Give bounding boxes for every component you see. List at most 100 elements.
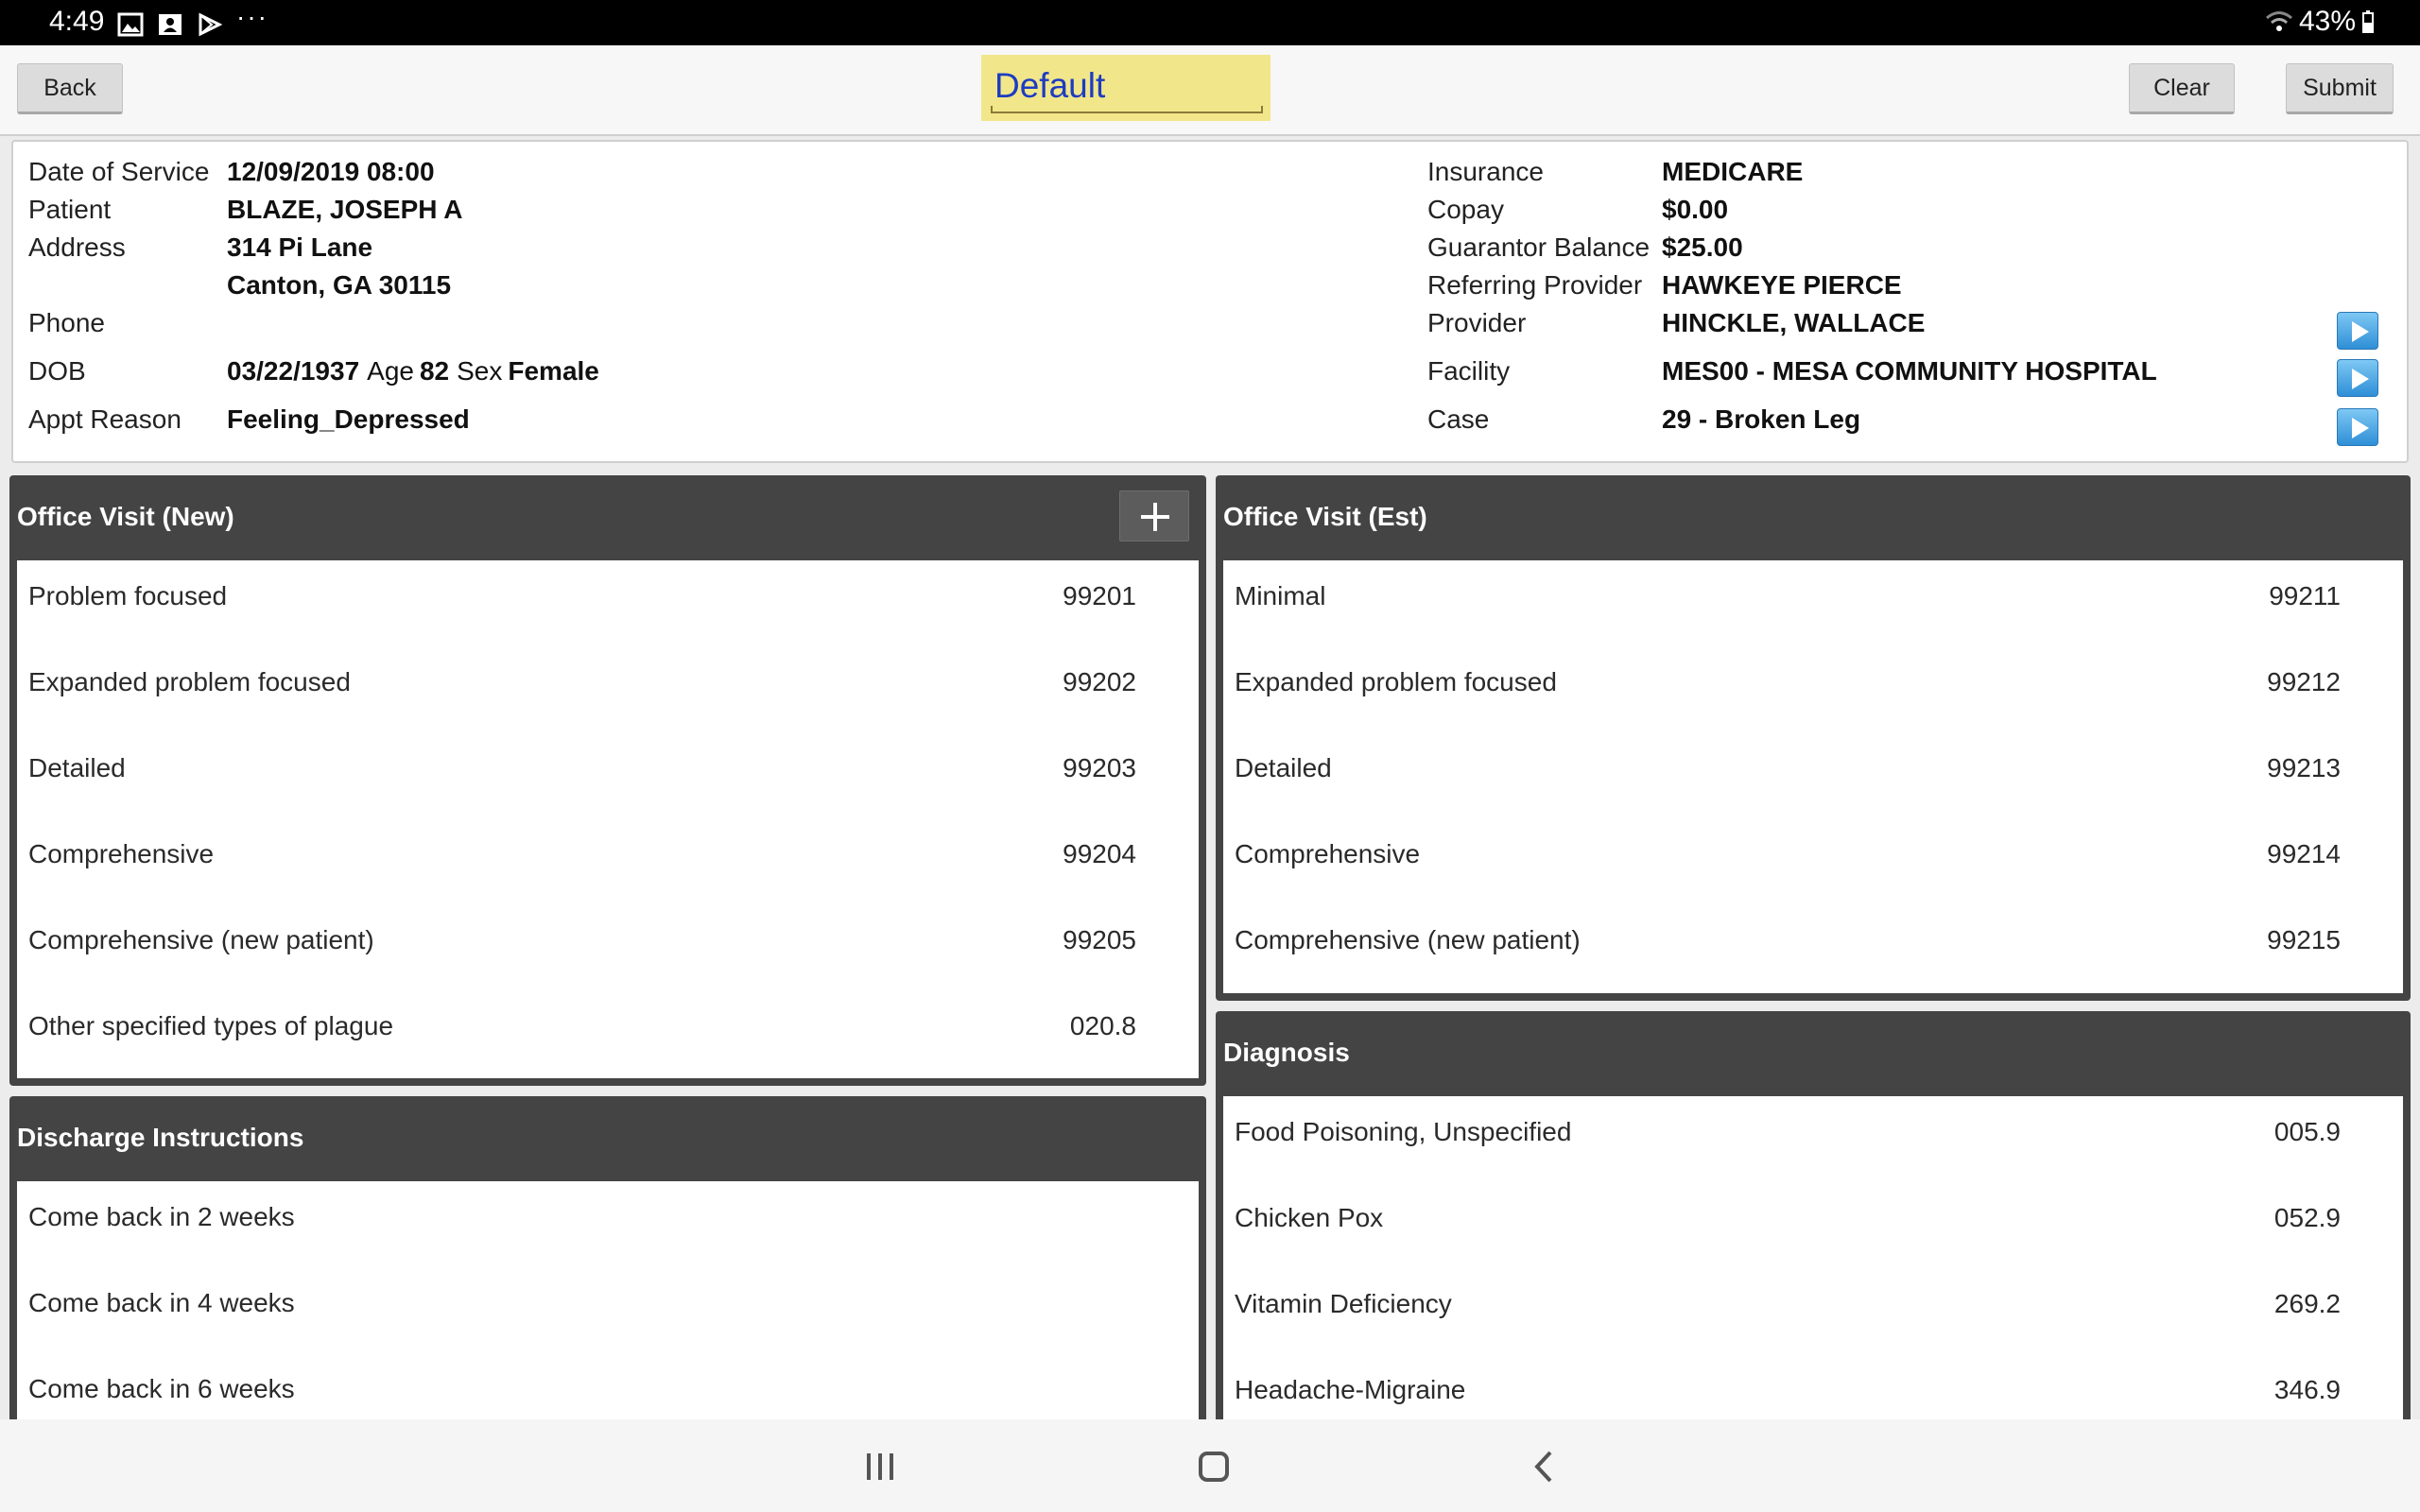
list-item[interactable]: Expanded problem focused 99212 bbox=[1223, 646, 2403, 732]
date-of-service-value: 12/09/2019 08:00 bbox=[227, 157, 435, 186]
date-of-service-label: Date of Service bbox=[28, 157, 210, 186]
office-visit-est-list: Minimal 99211 Expanded problem focused 992… bbox=[1223, 560, 2403, 993]
item-label: Comprehensive bbox=[1235, 839, 1421, 868]
patient-name: BLAZE, JOSEPH A bbox=[227, 195, 463, 224]
item-label: Comprehensive bbox=[28, 839, 215, 868]
panel-title: Office Visit (New) bbox=[17, 502, 234, 531]
back-button[interactable]: Back bbox=[17, 63, 123, 114]
list-item[interactable]: Detailed 99203 bbox=[17, 732, 1199, 818]
list-item[interactable]: Come back in 4 weeks bbox=[17, 1267, 1199, 1353]
facility-value: MES00 - MESA COMMUNITY HOSPITAL bbox=[1662, 356, 2157, 386]
list-item[interactable]: Minimal 99211 bbox=[1223, 560, 2403, 646]
recent-apps-icon[interactable] bbox=[867, 1453, 895, 1480]
office-visit-est-panel: Office Visit (Est) Minimal 99211 Expanded… bbox=[1216, 475, 2411, 1001]
list-item[interactable]: Expanded problem focused 99202 bbox=[17, 646, 1199, 732]
navigation-bar bbox=[0, 1419, 2420, 1512]
item-label: Comprehensive (new patient) bbox=[28, 925, 374, 954]
facility-label: Facility bbox=[1427, 356, 1511, 386]
list-item[interactable]: Come back in 2 weeks bbox=[17, 1181, 1199, 1267]
wifi-icon bbox=[2265, 11, 2292, 31]
dob-label: DOB bbox=[28, 356, 86, 386]
list-item[interactable]: Comprehensive (new patient) 99205 bbox=[17, 904, 1199, 990]
item-label: Food Poisoning, Unspecified bbox=[1235, 1117, 1572, 1146]
insurance-label: Insurance bbox=[1427, 157, 1544, 186]
battery-icon bbox=[2362, 10, 2374, 33]
notification-icons: ··· bbox=[117, 2, 268, 40]
patient-label: Patient bbox=[28, 195, 112, 224]
panel-header: Office Visit (Est) bbox=[1216, 475, 2411, 560]
status-bar: 4:49 ··· 43% bbox=[0, 0, 2420, 45]
panel-title: Office Visit (Est) bbox=[1223, 502, 1427, 531]
referring-provider-value: HAWKEYE PIERCE bbox=[1662, 270, 1902, 300]
play-store-icon bbox=[199, 12, 223, 37]
list-item[interactable]: Food Poisoning, Unspecified 005.9 bbox=[1223, 1096, 2403, 1182]
item-code: 99211 bbox=[2269, 581, 2341, 610]
discharge-list: Come back in 2 weeks Come back in 4 week… bbox=[17, 1181, 1199, 1436]
item-label: Come back in 2 weeks bbox=[28, 1202, 295, 1231]
item-code: 99213 bbox=[2267, 753, 2341, 782]
address-line-1: 314 Pi Lane bbox=[227, 232, 373, 262]
insurance-value: MEDICARE bbox=[1662, 157, 1804, 186]
clear-button[interactable]: Clear bbox=[2129, 63, 2235, 114]
discharge-instructions-panel: Discharge Instructions Come back in 2 we… bbox=[9, 1096, 1206, 1436]
add-icon[interactable] bbox=[1119, 490, 1189, 541]
address-label: Address bbox=[28, 232, 126, 262]
item-code: 99214 bbox=[2267, 839, 2341, 868]
sex-label: Sex bbox=[457, 356, 503, 386]
list-item[interactable]: Comprehensive (new patient) 99215 bbox=[1223, 904, 2403, 990]
home-icon[interactable] bbox=[1199, 1452, 1229, 1482]
list-item[interactable]: Comprehensive 99204 bbox=[17, 818, 1199, 904]
panel-header: Office Visit (New) bbox=[9, 475, 1206, 560]
battery-level: 43% bbox=[2298, 6, 2356, 37]
case-select-button[interactable] bbox=[2337, 408, 2378, 446]
item-code: 005.9 bbox=[2273, 1117, 2341, 1146]
template-dropdown[interactable]: Default bbox=[981, 55, 1270, 121]
dob-value: 03/22/1937 bbox=[227, 356, 360, 386]
item-label: Vitamin Deficiency bbox=[1235, 1289, 1452, 1318]
list-item[interactable]: Comprehensive 99214 bbox=[1223, 818, 2403, 904]
list-item[interactable]: Vitamin Deficiency 269.2 bbox=[1223, 1268, 2403, 1354]
item-label: Headache-Migraine bbox=[1235, 1375, 1466, 1404]
item-label: Minimal bbox=[1235, 581, 1326, 610]
provider-select-button[interactable] bbox=[2337, 312, 2378, 350]
office-visit-new-list: Problem focused 99201 Expanded problem fo… bbox=[17, 560, 1199, 1078]
list-item[interactable]: Detailed 99213 bbox=[1223, 732, 2403, 818]
provider-value: HINCKLE, WALLACE bbox=[1662, 308, 1926, 337]
address-line-2: Canton, GA 30115 bbox=[227, 270, 452, 300]
panel-title: Diagnosis bbox=[1223, 1038, 1350, 1067]
clock: 4:49 bbox=[49, 6, 105, 37]
list-item[interactable]: Other specified types of plague 020.8 bbox=[17, 990, 1199, 1076]
dropdown-underline bbox=[991, 106, 1263, 113]
office-visit-new-panel: Office Visit (New) Problem focused 99201 … bbox=[9, 475, 1206, 1086]
item-code: 346.9 bbox=[2273, 1375, 2341, 1404]
provider-label: Provider bbox=[1427, 308, 1527, 337]
item-label: Expanded problem focused bbox=[28, 667, 351, 696]
back-nav-icon[interactable] bbox=[1530, 1450, 1558, 1484]
diagnosis-list: Food Poisoning, Unspecified 005.9 Chicken… bbox=[1223, 1096, 2403, 1436]
diagnosis-panel: Diagnosis Food Poisoning, Unspecified 005… bbox=[1216, 1011, 2411, 1436]
panel-title: Discharge Instructions bbox=[17, 1123, 304, 1152]
gallery-icon bbox=[117, 12, 144, 37]
panel-header: Diagnosis bbox=[1216, 1011, 2411, 1096]
item-label: Problem focused bbox=[28, 581, 228, 610]
item-code: 99202 bbox=[1063, 667, 1136, 696]
item-code: 052.9 bbox=[2273, 1203, 2341, 1232]
item-code: 99204 bbox=[1063, 839, 1136, 868]
patient-info-panel: Date of Service 12/09/2019 08:00 Patient… bbox=[11, 140, 2409, 463]
contact-card-icon bbox=[159, 14, 182, 35]
item-code: 269.2 bbox=[2273, 1289, 2341, 1318]
item-code: 99212 bbox=[2267, 667, 2341, 696]
item-code: 99215 bbox=[2267, 925, 2341, 954]
submit-button[interactable]: Submit bbox=[2286, 63, 2394, 114]
appt-reason-label: Appt Reason bbox=[28, 404, 182, 434]
toolbar: Back Default Clear Submit bbox=[0, 45, 2420, 136]
copay-value: $0.00 bbox=[1662, 195, 1729, 224]
item-code: 020.8 bbox=[1069, 1011, 1136, 1040]
item-label: Detailed bbox=[1235, 753, 1332, 782]
facility-select-button[interactable] bbox=[2337, 359, 2378, 397]
case-label: Case bbox=[1427, 404, 1490, 434]
more-notifications-icon: ··· bbox=[236, 2, 268, 31]
template-value: Default bbox=[994, 66, 1106, 105]
list-item[interactable]: Problem focused 99201 bbox=[17, 560, 1199, 646]
list-item[interactable]: Chicken Pox 052.9 bbox=[1223, 1182, 2403, 1268]
